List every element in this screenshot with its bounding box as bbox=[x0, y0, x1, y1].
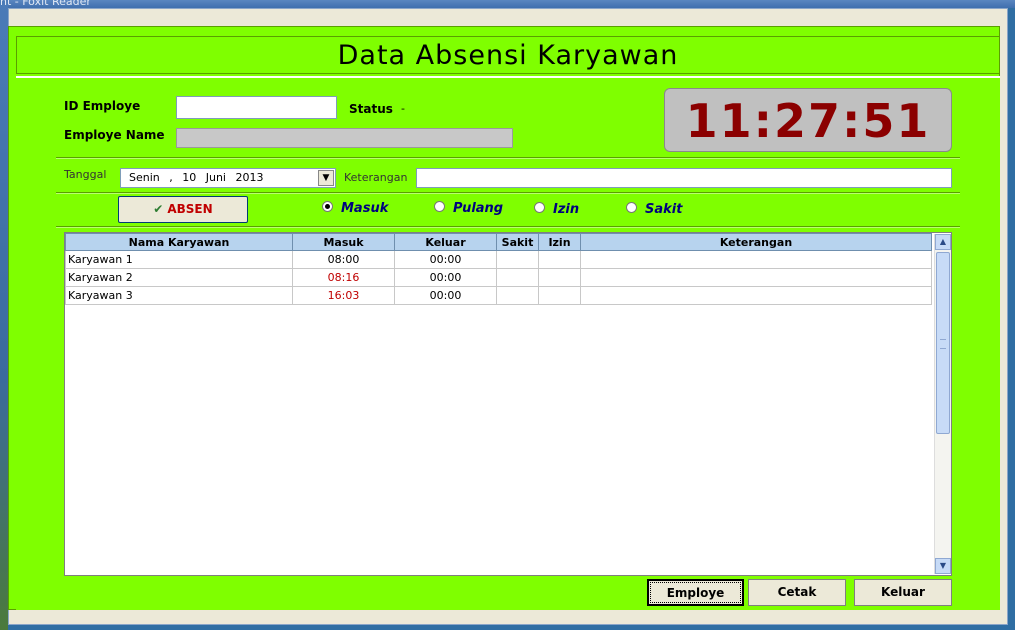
radio-label: Izin bbox=[553, 202, 580, 217]
cell-keterangan bbox=[580, 286, 932, 305]
cell-sakit bbox=[496, 268, 539, 287]
cell-izin bbox=[538, 268, 581, 287]
cell-keterangan bbox=[580, 250, 932, 269]
attendance-grid[interactable]: Nama Karyawan Masuk Keluar Sakit Izin Ke… bbox=[64, 232, 952, 576]
cell-keluar: 00:00 bbox=[394, 250, 497, 269]
radio-unchecked-icon bbox=[434, 201, 445, 212]
keterangan-input[interactable] bbox=[416, 168, 952, 188]
radio-masuk[interactable]: Masuk bbox=[322, 201, 388, 216]
cell-nama: Karyawan 3 bbox=[65, 286, 293, 305]
attendance-table: Nama Karyawan Masuk Keluar Sakit Izin Ke… bbox=[65, 233, 932, 305]
column-header-izin[interactable]: Izin bbox=[538, 233, 581, 251]
status-label: Status bbox=[349, 102, 393, 116]
radio-unchecked-icon bbox=[626, 202, 637, 213]
cell-sakit bbox=[496, 250, 539, 269]
id-employe-input[interactable] bbox=[176, 96, 337, 119]
cell-masuk-late: 16:03 bbox=[292, 286, 395, 305]
divider bbox=[56, 157, 960, 159]
cell-izin bbox=[538, 250, 581, 269]
divider bbox=[56, 226, 960, 228]
radio-unchecked-icon bbox=[534, 202, 545, 213]
radio-label: Masuk bbox=[341, 201, 389, 216]
date-value: Senin , 10 Juni 2013 bbox=[129, 171, 264, 184]
date-picker[interactable]: Senin , 10 Juni 2013 ▼ bbox=[120, 168, 336, 188]
radio-pulang[interactable]: Pulang bbox=[434, 201, 503, 216]
grip-icon bbox=[940, 339, 946, 349]
absen-button[interactable]: ✔ ABSEN bbox=[118, 196, 248, 223]
desktop-left bbox=[0, 0, 8, 630]
cell-izin bbox=[538, 286, 581, 305]
desktop-top bbox=[0, 0, 1015, 8]
column-header-masuk[interactable]: Masuk bbox=[292, 233, 395, 251]
title-banner: Data Absensi Karyawan bbox=[16, 36, 1000, 74]
column-header-keterangan[interactable]: Keterangan bbox=[580, 233, 932, 251]
table-row[interactable]: Karyawan 2 08:16 00:00 bbox=[65, 268, 932, 287]
table-row[interactable]: Karyawan 3 16:03 00:00 bbox=[65, 286, 932, 305]
window-title-partial: nt - Foxit Reader bbox=[0, 0, 91, 8]
cell-keluar: 00:00 bbox=[394, 268, 497, 287]
employe-button[interactable]: Employe bbox=[647, 579, 744, 606]
radio-sakit[interactable]: Sakit bbox=[626, 202, 682, 217]
clock-time: 11:27:51 bbox=[685, 94, 931, 148]
digital-clock: 11:27:51 bbox=[664, 88, 952, 152]
status-value: - bbox=[401, 102, 405, 115]
column-header-sakit[interactable]: Sakit bbox=[496, 233, 539, 251]
keluar-button[interactable]: Keluar bbox=[854, 579, 952, 606]
column-header-keluar[interactable]: Keluar bbox=[394, 233, 497, 251]
absen-label: ABSEN bbox=[167, 202, 213, 216]
cell-keluar: 00:00 bbox=[394, 286, 497, 305]
column-header-nama[interactable]: Nama Karyawan bbox=[65, 233, 293, 251]
checkmark-icon: ✔ bbox=[153, 202, 164, 216]
dropdown-arrow-icon[interactable]: ▼ bbox=[318, 170, 334, 186]
tanggal-label: Tanggal bbox=[64, 168, 107, 181]
radio-checked-icon bbox=[322, 201, 333, 212]
employe-name-label: Employe Name bbox=[64, 128, 165, 142]
radio-label: Pulang bbox=[453, 201, 504, 216]
cell-masuk-late: 08:16 bbox=[292, 268, 395, 287]
cetak-button[interactable]: Cetak bbox=[748, 579, 846, 606]
scroll-down-icon[interactable]: ▼ bbox=[935, 558, 951, 574]
cell-nama: Karyawan 2 bbox=[65, 268, 293, 287]
keterangan-label: Keterangan bbox=[344, 171, 408, 184]
radio-izin[interactable]: Izin bbox=[534, 202, 579, 217]
table-row[interactable]: Karyawan 1 08:00 00:00 bbox=[65, 250, 932, 269]
vertical-scrollbar[interactable]: ▲ ▼ bbox=[934, 234, 951, 574]
cell-masuk: 08:00 bbox=[292, 250, 395, 269]
scrollbar-thumb[interactable] bbox=[936, 252, 950, 434]
employe-name-field bbox=[176, 128, 513, 148]
page-title: Data Absensi Karyawan bbox=[337, 40, 679, 71]
cell-nama: Karyawan 1 bbox=[65, 250, 293, 269]
cell-keterangan bbox=[580, 268, 932, 287]
cell-sakit bbox=[496, 286, 539, 305]
id-employe-label: ID Employe bbox=[64, 99, 141, 113]
divider bbox=[56, 192, 960, 194]
scroll-up-icon[interactable]: ▲ bbox=[935, 234, 951, 250]
table-header-row: Nama Karyawan Masuk Keluar Sakit Izin Ke… bbox=[65, 233, 932, 251]
radio-label: Sakit bbox=[645, 202, 683, 217]
